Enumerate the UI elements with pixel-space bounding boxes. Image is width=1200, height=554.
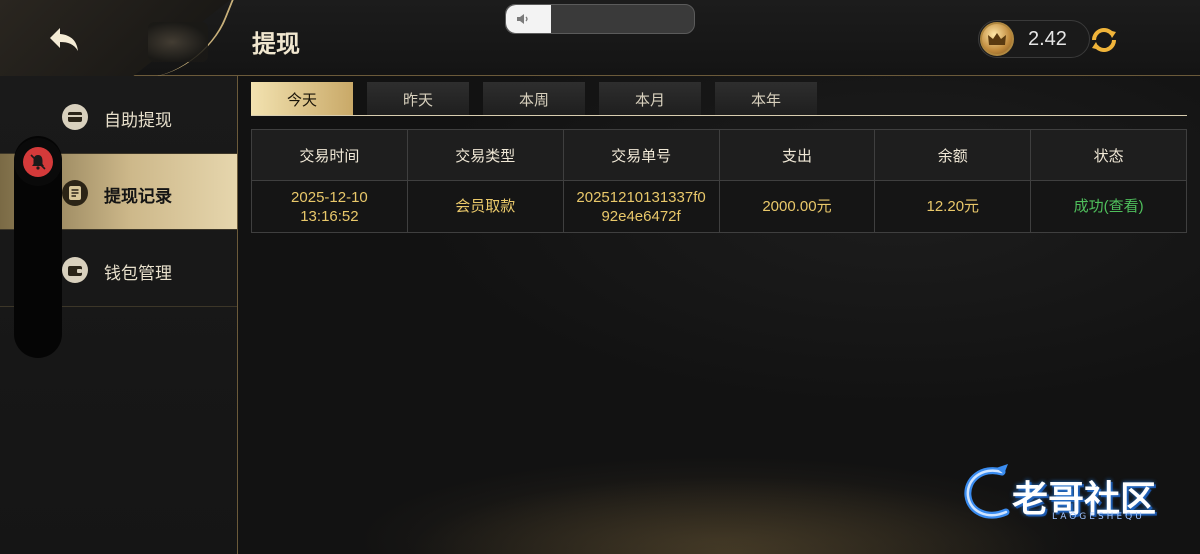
back-button[interactable] [44, 22, 84, 56]
bell-off-icon [23, 147, 53, 177]
page-title: 提现 [252, 30, 300, 58]
column-header-status: 状态 [1030, 129, 1187, 181]
cell-amount: 2000.00元 [718, 180, 876, 233]
wallet-icon [62, 257, 88, 283]
dragon-logo-icon [964, 464, 1010, 519]
refresh-button[interactable] [1086, 22, 1122, 58]
card-icon [62, 104, 88, 130]
withdraw-records-table: 交易时间 交易类型 交易单号 支出 余额 状态 2025-12-10 13:16… [251, 129, 1187, 233]
date-range-tabs: 今天 昨天 本周 本月 本年 [251, 82, 831, 116]
top-bar: 提现 2.42 [0, 0, 1200, 78]
time-date: 2025-12-10 [291, 188, 368, 206]
balance-value: 2.42 [1028, 28, 1067, 50]
refresh-icon [1092, 28, 1116, 52]
tab-today[interactable]: 今天 [251, 82, 353, 116]
cell-type: 会员取款 [406, 180, 564, 233]
playing-card-decoration [148, 22, 208, 62]
back-arrow-icon [50, 28, 78, 51]
crown-coin-icon [980, 22, 1014, 56]
column-header-order-no: 交易单号 [562, 129, 720, 181]
watermark-subtext: LAOGESHEQU [1052, 512, 1145, 522]
tabs-divider [251, 115, 1187, 116]
tab-this-week[interactable]: 本周 [483, 82, 585, 116]
cell-order-no: 20251210131337f0 92e4e6472f [562, 180, 720, 233]
order-no-line1: 20251210131337f0 [576, 188, 706, 206]
column-header-time: 交易时间 [251, 129, 408, 181]
table-header-row: 交易时间 交易类型 交易单号 支出 余额 状态 [251, 129, 1187, 181]
order-no-line2: 92e4e6472f [601, 207, 681, 225]
status-view-link[interactable]: 成功(查看) [1030, 180, 1187, 233]
volume-slider[interactable] [505, 4, 695, 34]
record-icon [62, 180, 88, 206]
column-header-amount: 支出 [718, 129, 876, 181]
tab-yesterday[interactable]: 昨天 [367, 82, 469, 116]
time-clock: 13:16:52 [300, 207, 359, 225]
table-row: 2025-12-10 13:16:52 会员取款 20251210131337f… [251, 180, 1187, 233]
sidebar-item-label: 钱包管理 [104, 264, 172, 284]
cell-balance: 12.20元 [874, 180, 1032, 233]
sidebar-item-label: 自助提现 [104, 111, 172, 131]
column-header-balance: 余额 [874, 129, 1032, 181]
sidebar-item-label: 提现记录 [104, 187, 172, 207]
mute-button[interactable] [14, 138, 62, 186]
tab-this-year[interactable]: 本年 [715, 82, 817, 116]
tab-this-month[interactable]: 本月 [599, 82, 701, 116]
speaker-icon [517, 14, 528, 24]
cell-time: 2025-12-10 13:16:52 [251, 180, 408, 233]
column-header-type: 交易类型 [406, 129, 564, 181]
